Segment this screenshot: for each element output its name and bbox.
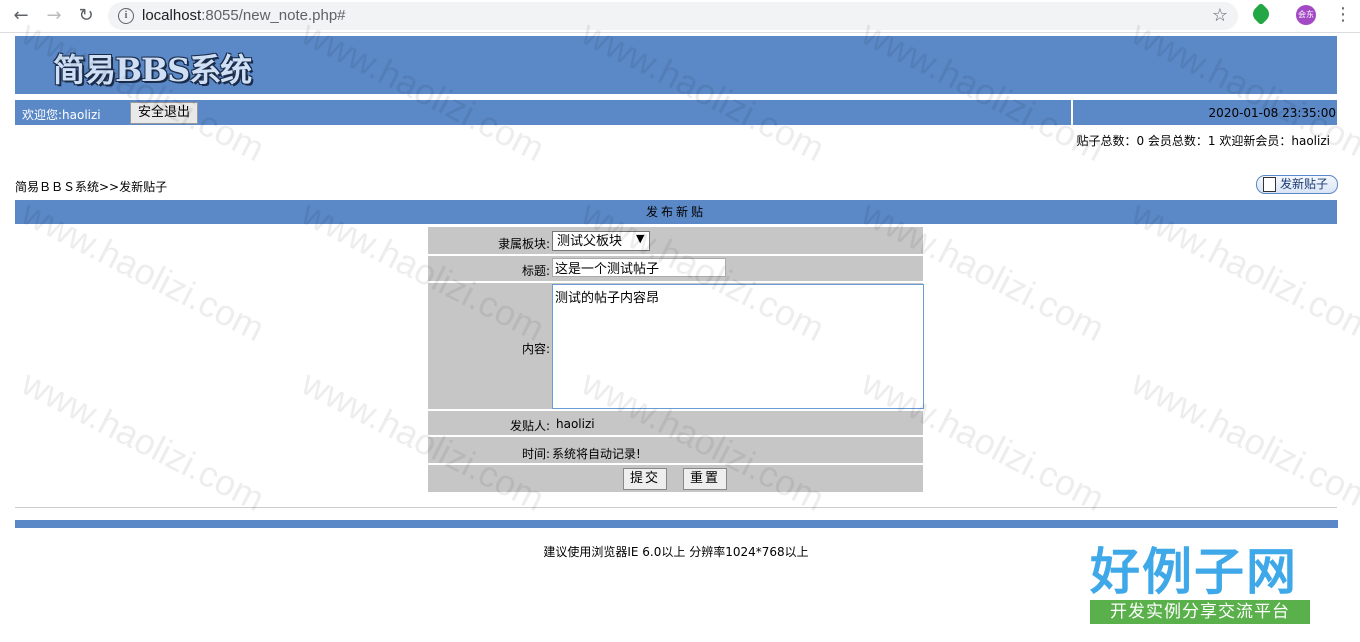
back-icon[interactable]: ← [11,6,31,26]
divider [15,507,1337,508]
watermark-text: www.haolizi.com [15,361,272,520]
content-label: 内容: [521,342,550,356]
browser-menu-icon[interactable]: ⋮ [1334,4,1352,25]
site-info-icon[interactable]: i [118,8,134,24]
reset-button[interactable]: 重置 [683,468,728,490]
footer-bar [15,520,1338,528]
board-row: 隶属板块: [428,227,923,254]
url-text: localhost:8055/new_note.php# [142,7,346,24]
form-title: 发布新贴 [15,200,1337,224]
current-datetime: 2020-01-08 23:35:00 [1208,106,1336,120]
poster-label: 发贴人: [509,419,550,433]
actions-row [428,465,923,492]
time-value: 系统将自动记录! [552,447,641,461]
poster-row: 发贴人: haolizi [428,411,923,435]
address-bar[interactable]: i localhost:8055/new_note.php# ☆ [108,2,1238,30]
forum-stats: 贴子总数：0 会员总数：1 欢迎新会员：haolizi [1076,134,1330,148]
site-banner: 简易BBS系统 [15,36,1337,94]
url-path: :8055/new_note.php# [201,7,346,24]
browser-toolbar: ← → ↻ i localhost:8055/new_note.php# ☆ 会… [0,0,1360,33]
subject-input[interactable] [552,258,726,277]
site-logo: 简易BBS系统 [53,51,252,89]
watermark-text: www.haolizi.com [1125,361,1360,520]
reload-icon[interactable]: ↻ [76,6,96,26]
document-icon [1263,177,1276,192]
datetime-bar: 2020-01-08 23:35:00 [1073,100,1337,125]
user-bar: 欢迎您:haolizi 安全退出 [15,100,1071,125]
extension-tag-icon[interactable] [1249,2,1273,26]
subject-label: 标题: [521,264,550,278]
poster-value: haolizi [556,417,595,431]
welcome-text: 欢迎您:haolizi [22,108,101,122]
bookmark-star-icon[interactable]: ☆ [1212,5,1228,26]
forward-icon[interactable]: → [44,6,64,26]
brand-watermark: 好例子网 开发实例分享交流平台 [1090,544,1314,624]
time-label: 时间: [521,447,550,461]
submit-button[interactable]: 提交 [623,468,668,490]
new-post-label: 发新贴子 [1280,177,1329,191]
breadcrumb: 简易ＢＢＳ系统>>发新贴子 [15,180,168,194]
logout-button[interactable]: 安全退出 [130,102,199,124]
board-select[interactable]: 测试父板块 [552,231,650,251]
brand-tagline: 开发实例分享交流平台 [1090,600,1310,624]
time-row: 时间: 系统将自动记录! [428,437,923,463]
url-host: localhost [142,7,202,24]
profile-avatar[interactable]: 会东 [1296,5,1316,25]
board-label: 隶属板块: [497,237,550,251]
new-post-button[interactable]: 发新贴子 [1256,175,1338,194]
brand-title: 好例子网 [1090,543,1298,601]
content-textarea[interactable]: 测试的帖子内容昂 [552,284,924,409]
